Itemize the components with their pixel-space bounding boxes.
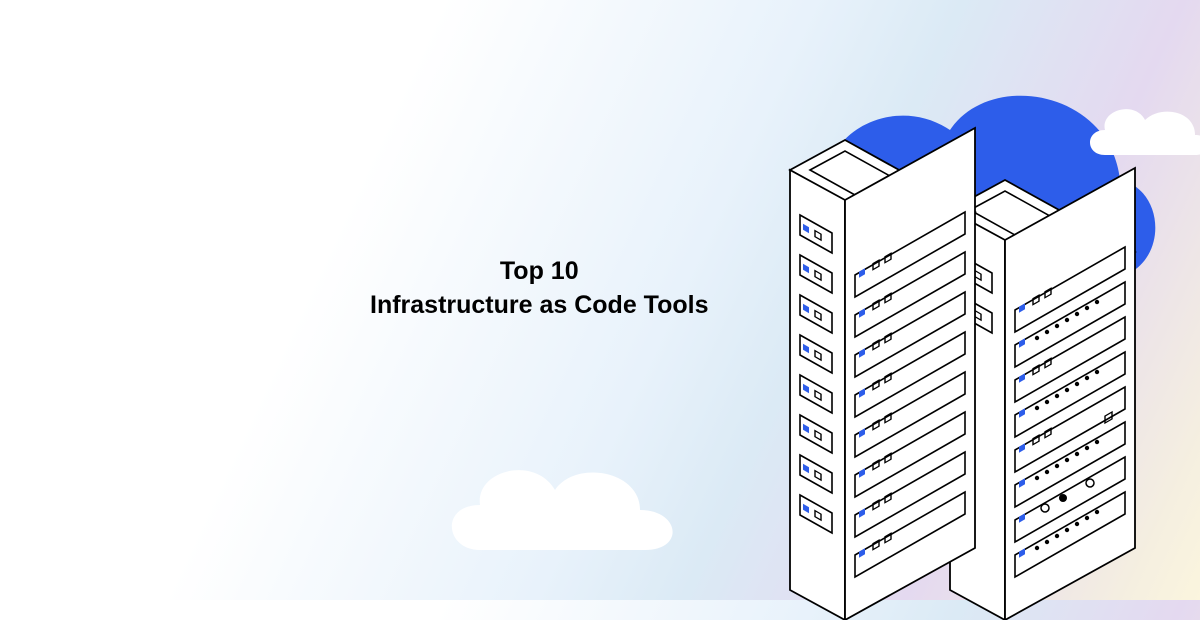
title-line-1: Top 10 <box>370 255 709 289</box>
page-title: Top 10 Infrastructure as Code Tools <box>370 255 709 323</box>
server-towers-icon <box>760 120 1160 620</box>
cloud-icon-bottom <box>440 450 690 570</box>
title-line-2: Infrastructure as Code Tools <box>370 289 709 323</box>
